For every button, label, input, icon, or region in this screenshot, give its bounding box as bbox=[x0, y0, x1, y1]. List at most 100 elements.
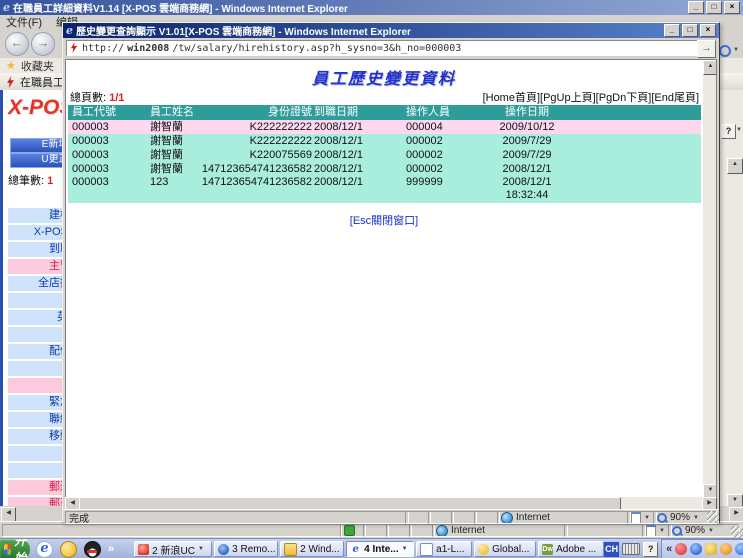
back-button[interactable]: ← bbox=[5, 32, 29, 56]
forward-button[interactable]: → bbox=[31, 32, 55, 56]
qq-tray-icon[interactable] bbox=[675, 543, 687, 555]
cell-operation-date: 2009/7/29 bbox=[488, 134, 566, 148]
cell-hire-date: 2008/12/1 bbox=[312, 162, 404, 176]
cell-operation-date: 2008/12/1 bbox=[488, 162, 566, 176]
column-header: 操作人員 bbox=[404, 105, 488, 120]
overflow-chevron-icon[interactable]: » bbox=[108, 543, 114, 555]
total-count-label: 總筆數: bbox=[8, 175, 44, 187]
go-button[interactable]: → bbox=[697, 40, 716, 58]
total-pages-label: 總頁數: bbox=[70, 92, 106, 104]
background-vertical-scrollbar[interactable]: ▲ ▼ bbox=[727, 158, 741, 506]
url-prefix: http:// bbox=[82, 43, 124, 54]
magnifier-icon bbox=[657, 513, 667, 523]
address-bar: http://win2008/tw/salary/hirehistory.asp… bbox=[63, 38, 719, 58]
tray-overflow-icon[interactable]: « bbox=[666, 543, 672, 555]
popup-title: 歷史變更查詢顯示 V1.01[X-POS 雲端商務網] - Windows In… bbox=[76, 23, 664, 38]
document-icon bbox=[420, 543, 433, 556]
taskbar-button-label: Adobe ... bbox=[556, 544, 596, 555]
cell-hire-date: 2008/12/1 bbox=[312, 176, 404, 203]
chevron-down-icon[interactable]: ▼ bbox=[736, 127, 742, 133]
table-row[interactable]: 000003 謝智蘭 K222222222 2008/12/1 000004 2… bbox=[68, 120, 701, 134]
chevron-down-icon[interactable]: ▼ bbox=[708, 528, 714, 534]
remote-desktop-icon bbox=[218, 544, 229, 555]
menu-file[interactable]: 文件(F) bbox=[6, 14, 42, 30]
taskbar-button-adobe[interactable]: Dw Adobe ... bbox=[538, 541, 604, 557]
cell-employee-id: 000003 bbox=[68, 162, 150, 176]
chevron-down-icon[interactable]: ▼ bbox=[733, 47, 739, 53]
zoom-control[interactable]: 90% ▼ bbox=[668, 524, 740, 537]
help-icon[interactable]: ? bbox=[643, 542, 658, 557]
url-input[interactable]: http://win2008/tw/salary/hirehistory.asp… bbox=[66, 40, 699, 56]
chevron-down-icon[interactable]: ▼ bbox=[693, 515, 699, 521]
zone-pane: Internet bbox=[432, 524, 568, 537]
ie-icon[interactable]: e bbox=[36, 541, 53, 558]
cell-hire-date: 2008/12/1 bbox=[312, 120, 404, 134]
start-button[interactable]: 开始 bbox=[0, 539, 30, 558]
table-row[interactable]: 000003 謝智蘭 147123654741236582 2008/12/1 … bbox=[68, 162, 701, 176]
chevron-down-icon[interactable]: ▼ bbox=[659, 528, 665, 534]
cell-hire-date: 2008/12/1 bbox=[312, 134, 404, 148]
scroll-track[interactable] bbox=[703, 75, 716, 484]
table-header-row: 員工代號 員工姓名 身份證號 到職日期 操作人員 操作日期 bbox=[68, 105, 701, 120]
scroll-track[interactable] bbox=[727, 174, 741, 494]
maximize-icon[interactable]: □ bbox=[682, 24, 698, 37]
chevron-down-icon[interactable]: ▼ bbox=[198, 546, 204, 552]
help-icon[interactable]: ? bbox=[721, 124, 736, 139]
popup-status-bar: 完成 Internet ▼ 90% ▼ bbox=[63, 509, 719, 523]
minimize-icon[interactable]: _ bbox=[664, 24, 680, 37]
statusbar-pane bbox=[2, 524, 342, 537]
desktop-screen: e 在職員工詳細資料V1.14 [X-POS 雲端商務網] - Windows … bbox=[0, 0, 743, 558]
resize-grip[interactable] bbox=[707, 511, 719, 523]
dreamweaver-icon: Dw bbox=[542, 544, 553, 555]
scroll-up-icon[interactable]: ▲ bbox=[727, 158, 743, 174]
maximize-icon[interactable]: □ bbox=[706, 1, 722, 14]
search-icon[interactable] bbox=[719, 45, 731, 57]
table-row[interactable]: 000003 123 147123654741236582 2008/12/1 … bbox=[68, 176, 701, 203]
qq-icon[interactable] bbox=[84, 541, 101, 558]
security-shield-icon[interactable] bbox=[705, 543, 717, 555]
system-tray: CH ? « 14:57 bbox=[604, 539, 743, 558]
favorites-label[interactable]: 收藏夹 bbox=[21, 58, 54, 74]
table-row[interactable]: 000003 謝智蘭 K222222222 2008/12/1 000002 2… bbox=[68, 134, 701, 148]
total-count-value: 1 bbox=[47, 175, 53, 187]
scroll-down-icon[interactable]: ▼ bbox=[703, 484, 717, 498]
language-indicator[interactable]: CH bbox=[604, 542, 619, 557]
taskbar-button-windows[interactable]: 2 Wind... ▼ bbox=[280, 541, 344, 557]
keyboard-icon[interactable] bbox=[622, 543, 640, 555]
taskbar-button-uc[interactable]: 2 新浪UC ▼ bbox=[134, 541, 212, 557]
chevron-down-icon[interactable]: ▼ bbox=[402, 546, 408, 552]
zoom-level: 90% bbox=[670, 512, 690, 523]
taskbar-button-internet[interactable]: e 4 Inte... ▼ bbox=[346, 541, 414, 557]
close-icon[interactable]: × bbox=[700, 24, 716, 37]
im-tray-icon[interactable] bbox=[735, 543, 743, 555]
column-header: 操作日期 bbox=[488, 105, 566, 120]
cell-employee-name: 謝智蘭 bbox=[150, 148, 236, 162]
chevron-down-icon[interactable]: ▼ bbox=[644, 515, 650, 521]
popup-titlebar[interactable]: e 歷史變更查詢顯示 V1.01[X-POS 雲端商務網] - Windows … bbox=[63, 23, 719, 38]
minimize-icon[interactable]: _ bbox=[688, 1, 704, 14]
background-window-titlebar[interactable]: e 在職員工詳細資料V1.14 [X-POS 雲端商務網] - Windows … bbox=[0, 0, 743, 15]
folder-icon bbox=[284, 543, 297, 556]
table-row[interactable]: 000003 謝智蘭 K220075569 2008/12/1 000002 2… bbox=[68, 148, 701, 162]
resize-grip[interactable] bbox=[731, 526, 743, 538]
speaker-icon[interactable] bbox=[720, 543, 732, 555]
scroll-up-icon[interactable]: ▲ bbox=[703, 60, 717, 75]
chevron-down-icon[interactable]: ▼ bbox=[343, 546, 345, 552]
cell-operation-date: 2009/7/29 bbox=[488, 148, 566, 162]
close-icon[interactable]: × bbox=[724, 1, 740, 14]
taskbar-button-remote[interactable]: 3 Remo... ▼ bbox=[214, 541, 278, 557]
popup-vertical-scrollbar[interactable]: ▲ ▼ bbox=[703, 60, 716, 497]
messenger-icon[interactable] bbox=[60, 541, 77, 558]
messenger-tray-icon[interactable] bbox=[690, 543, 702, 555]
scroll-right-icon[interactable]: ▶ bbox=[729, 507, 743, 522]
scroll-down-icon[interactable]: ▼ bbox=[727, 494, 743, 506]
taskbar-button-global[interactable]: Global... bbox=[474, 541, 536, 557]
scroll-left-icon[interactable]: ◀ bbox=[1, 507, 16, 522]
page-zone-icon bbox=[631, 511, 641, 524]
taskbar-button-label: 2 新浪UC bbox=[152, 542, 195, 557]
column-header: 員工代號 bbox=[68, 105, 150, 120]
cell-id-number: K220075569 bbox=[236, 148, 312, 162]
taskbar-button-document[interactable]: a1-L... bbox=[416, 541, 472, 557]
status-text: 完成 bbox=[69, 511, 89, 524]
taskbar-button-label: Global... bbox=[492, 544, 529, 555]
